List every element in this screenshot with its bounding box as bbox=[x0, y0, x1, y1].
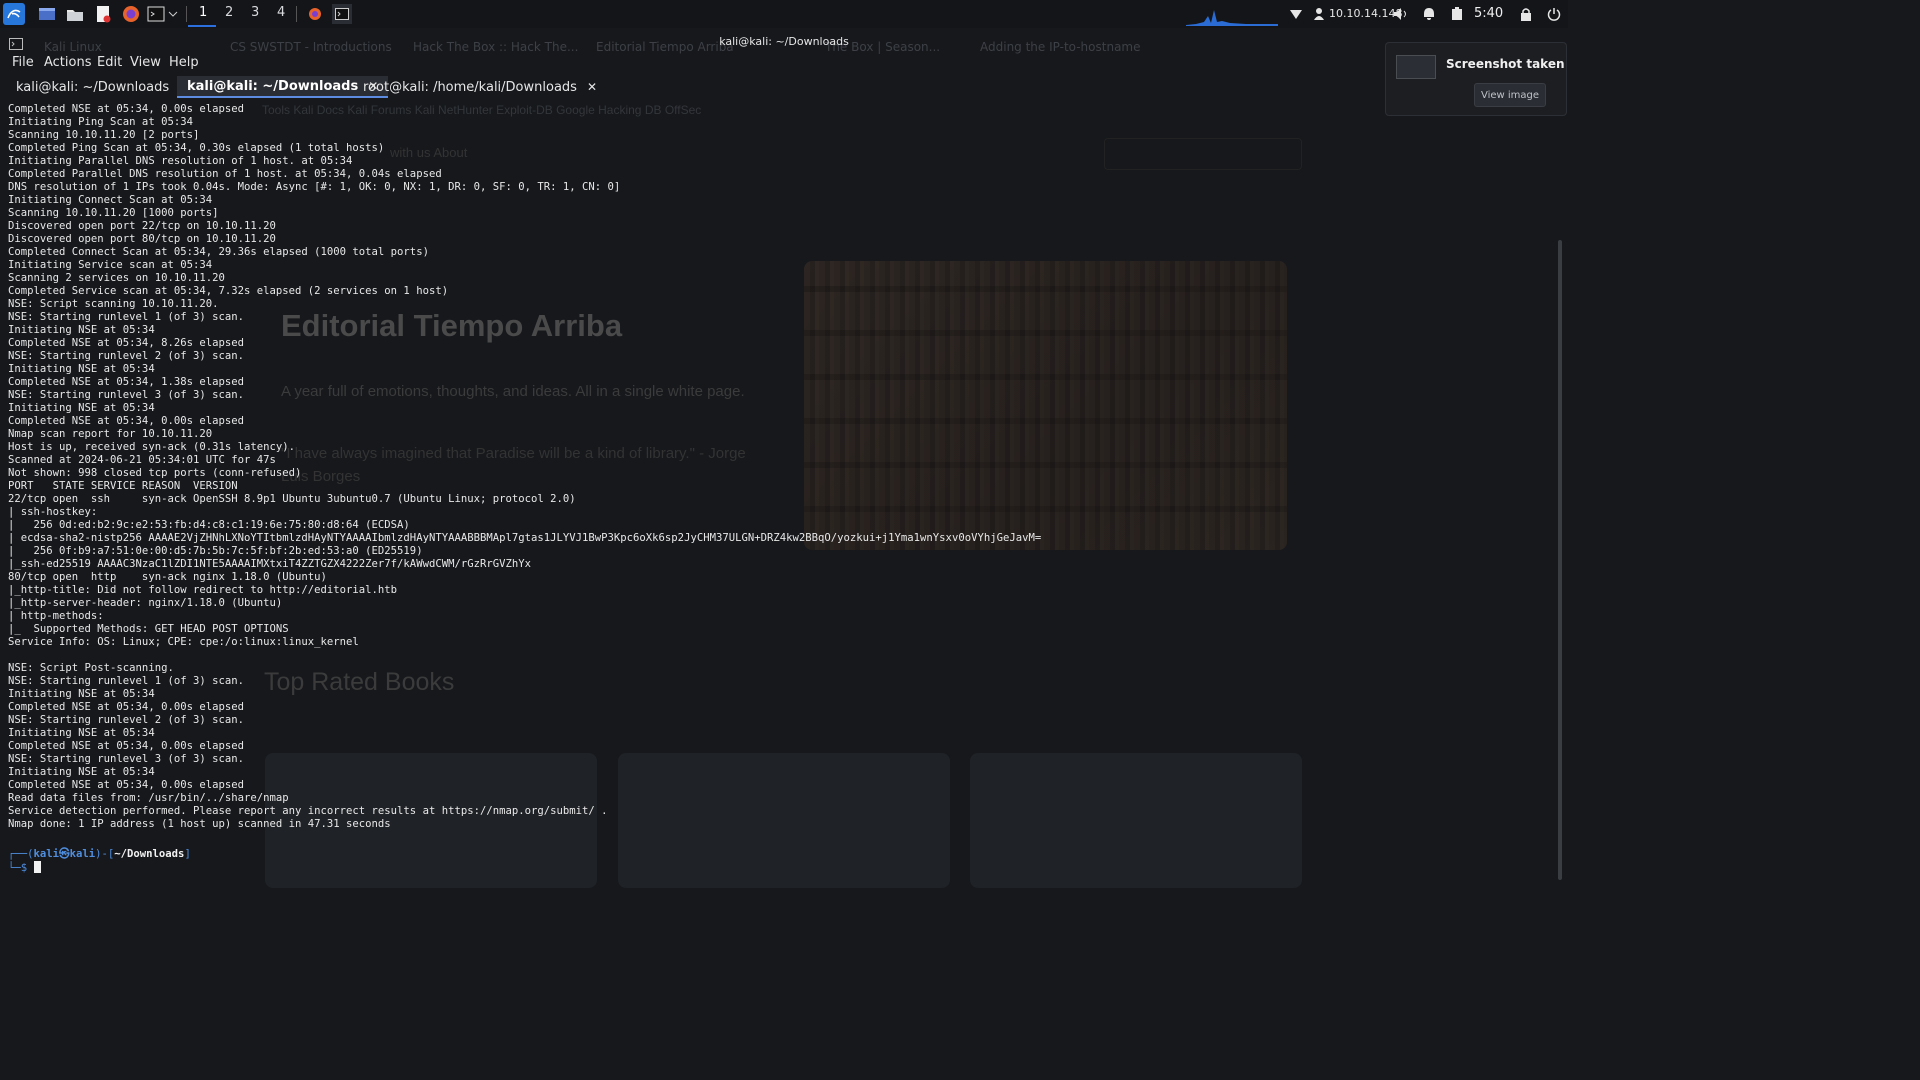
firefox-icon[interactable] bbox=[121, 4, 141, 24]
terminal-titlebar: kali@kali: ~/Downloads bbox=[0, 34, 1568, 52]
file-manager-icon[interactable] bbox=[65, 4, 85, 24]
view-image-button[interactable]: View image bbox=[1474, 83, 1546, 107]
wifi-icon[interactable] bbox=[1286, 4, 1306, 24]
terminal-menubar: File Actions Edit View Help bbox=[0, 54, 1568, 74]
panel-separator bbox=[186, 6, 187, 22]
show-desktop-icon[interactable] bbox=[37, 4, 57, 24]
screenshot-thumbnail bbox=[1396, 55, 1436, 79]
menu-help[interactable]: Help bbox=[169, 55, 199, 70]
menu-actions[interactable]: Actions bbox=[44, 55, 92, 70]
notification-title: Screenshot taken bbox=[1446, 57, 1565, 71]
top-panel: 1 2 3 4 10.10.14.148 5:40 bbox=[0, 0, 1568, 28]
text-cursor bbox=[33, 861, 41, 873]
terminal-tabbar: kali@kali: ~/Downloads✕ kali@kali: ~/Dow… bbox=[0, 76, 1568, 100]
active-workspace-indicator bbox=[188, 25, 216, 27]
workspace-1[interactable]: 1 bbox=[199, 5, 207, 20]
menu-file[interactable]: File bbox=[12, 55, 34, 70]
terminal-output[interactable]: Completed NSE at 05:34, 0.00s elapsed In… bbox=[8, 103, 1548, 831]
clock[interactable]: 5:40 bbox=[1474, 6, 1503, 21]
menu-edit[interactable]: Edit bbox=[97, 55, 122, 70]
firefox-window-icon[interactable] bbox=[305, 4, 325, 24]
kali-menu-icon[interactable] bbox=[3, 3, 25, 25]
vpn-user-icon bbox=[1309, 4, 1329, 24]
terminal-launcher-icon[interactable] bbox=[146, 4, 166, 24]
tab-label: root@kali: /home/kali/Downloads bbox=[363, 79, 577, 95]
screenshot-notification[interactable]: Screenshot taken View image bbox=[1385, 42, 1567, 116]
notifications-bell-icon[interactable] bbox=[1419, 4, 1439, 24]
cpu-graph bbox=[1186, 6, 1278, 26]
chevron-down-icon[interactable] bbox=[166, 4, 180, 24]
volume-icon[interactable] bbox=[1391, 4, 1411, 24]
terminal-window-icon[interactable] bbox=[332, 4, 352, 24]
prompt-user-host: kali㉿kali bbox=[33, 848, 96, 860]
prompt-path: ~/Downloads bbox=[114, 848, 185, 860]
workspace-4[interactable]: 4 bbox=[277, 5, 285, 20]
prompt-frame-end: ] bbox=[184, 848, 191, 860]
window-title: kali@kali: ~/Downloads bbox=[719, 35, 849, 48]
workspace-3[interactable]: 3 bbox=[251, 5, 259, 20]
workspace-2[interactable]: 2 bbox=[225, 5, 233, 20]
close-icon[interactable]: ✕ bbox=[587, 80, 597, 94]
battery-icon[interactable] bbox=[1447, 4, 1467, 24]
text-editor-icon[interactable] bbox=[93, 4, 113, 24]
power-icon[interactable] bbox=[1544, 4, 1564, 24]
terminal-tab[interactable]: kali@kali: ~/Downloads✕ bbox=[6, 76, 199, 98]
prompt-frame-start: ┌──( bbox=[8, 848, 34, 860]
lock-screen-icon[interactable] bbox=[1516, 4, 1536, 24]
terminal-tab[interactable]: root@kali: /home/kali/Downloads ✕ bbox=[353, 76, 607, 98]
prompt-frame-mid: )-[ bbox=[95, 848, 115, 860]
prompt-line2: └─$ bbox=[8, 862, 34, 874]
tab-label: kali@kali: ~/Downloads bbox=[187, 78, 359, 94]
menu-view[interactable]: View bbox=[130, 55, 161, 70]
shell-prompt[interactable]: ┌──(kali㉿kali)-[~/Downloads] └─$ bbox=[8, 848, 191, 875]
panel-separator bbox=[296, 6, 297, 22]
tab-label: kali@kali: ~/Downloads bbox=[16, 79, 170, 95]
terminal-scrollbar[interactable] bbox=[1558, 240, 1562, 880]
